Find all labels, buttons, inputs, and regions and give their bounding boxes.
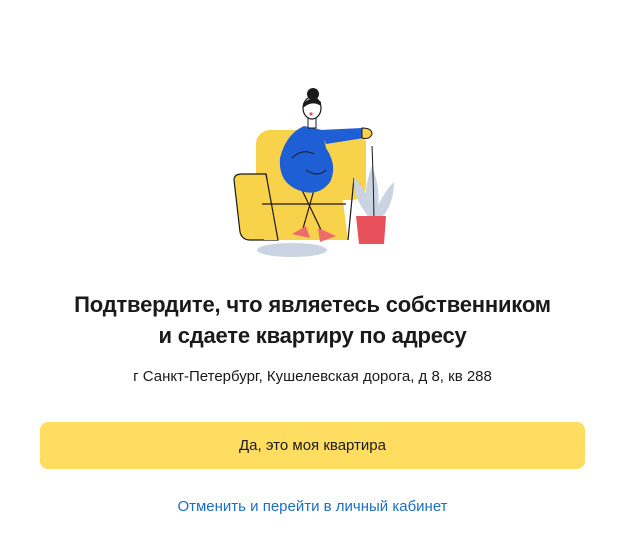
confirm-ownership-dialog: Подтвердите, что являетесь собственником…	[0, 0, 625, 541]
woman-in-armchair-illustration	[233, 88, 394, 257]
title-line-2: и сдаете квартиру по адресу	[158, 323, 467, 348]
page-title: Подтвердите, что являетесь собственником…	[20, 289, 605, 351]
cancel-and-go-to-account-link[interactable]: Отменить и перейти в личный кабинет	[20, 497, 605, 517]
property-address: г Санкт-Петербург, Кушелевская дорога, д…	[133, 368, 492, 385]
confirm-ownership-button[interactable]: Да, это моя квартира	[40, 422, 585, 469]
title-line-1: Подтвердите, что являетесь собственником	[74, 292, 551, 317]
